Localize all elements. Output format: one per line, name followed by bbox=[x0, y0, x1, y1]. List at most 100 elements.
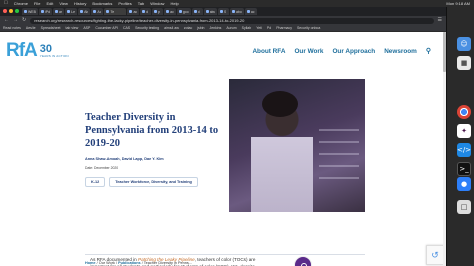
search-icon[interactable]: ⚲ bbox=[426, 47, 431, 55]
browser-tab[interactable]: Te bbox=[104, 8, 127, 15]
article-authors[interactable]: Anna Shaw-Amoah, David Lapp, Dae Y. Kim bbox=[85, 157, 164, 161]
maximize-window-button[interactable] bbox=[15, 9, 19, 13]
browser-tab[interactable]: Le bbox=[65, 8, 78, 15]
tab-favicon-icon bbox=[40, 10, 44, 13]
browser-tab[interactable]: ac bbox=[244, 8, 257, 15]
bookmark-item[interactable]: Security onboa bbox=[297, 26, 320, 30]
browser-tab[interactable]: d bbox=[140, 8, 152, 15]
tag-teacher-workforce[interactable]: Teacher Workforce, Diversity, and Traini… bbox=[109, 177, 198, 187]
app-icon[interactable]: ■ bbox=[457, 56, 471, 70]
logo-mark: RfA bbox=[6, 40, 38, 61]
minimize-window-button[interactable] bbox=[9, 9, 13, 13]
browser-tab[interactable]: alw bbox=[203, 8, 217, 15]
article-title: Teacher Diversity in Pennsylvania from 2… bbox=[85, 112, 219, 149]
browser-tab[interactable]: abo bbox=[229, 8, 244, 15]
bookmark-item[interactable]: tab view bbox=[66, 26, 79, 30]
url-field[interactable]: research.org/research-resources/fighting… bbox=[30, 17, 434, 24]
tab-label: goo bbox=[182, 9, 189, 14]
bookmark-item[interactable]: Aes/ie bbox=[26, 26, 36, 30]
browser-tab[interactable]: ac bbox=[127, 8, 140, 15]
tab-label: d bbox=[146, 9, 149, 14]
browser-tab[interactable]: ar bbox=[53, 8, 65, 15]
close-window-button[interactable] bbox=[3, 9, 7, 13]
extensions-icon[interactable]: ☰ bbox=[438, 16, 442, 25]
browser-tab[interactable]: ac bbox=[164, 8, 176, 15]
menu-edit[interactable]: Edit bbox=[46, 0, 53, 7]
tab-favicon-icon bbox=[93, 10, 97, 13]
menu-chrome[interactable]: Chrome bbox=[14, 0, 28, 7]
terminal-icon[interactable]: >_ bbox=[457, 162, 471, 176]
bookmark-item[interactable]: ASP bbox=[83, 26, 90, 30]
tab-label: ac bbox=[170, 9, 174, 14]
apple-icon[interactable]:  bbox=[4, 0, 8, 7]
forward-icon[interactable]: → bbox=[13, 16, 18, 25]
floating-action-button[interactable] bbox=[294, 256, 312, 266]
tab-label: ar bbox=[59, 9, 63, 14]
article-body-text: As RFA documented in Patching the Leaky … bbox=[90, 256, 265, 266]
menu-view[interactable]: View bbox=[59, 0, 68, 7]
bookmark-item[interactable]: Aurum bbox=[226, 26, 236, 30]
bookmark-item[interactable]: Pharmacy bbox=[276, 26, 292, 30]
body-text-segment: As RFA documented in bbox=[90, 257, 139, 262]
macos-menubar:  Chrome File Edit View History Bookmark… bbox=[0, 0, 474, 7]
nav-our-approach[interactable]: Our Approach bbox=[332, 48, 375, 55]
article-date: Date: December 2020 bbox=[85, 166, 119, 170]
bookmark-item[interactable]: Syllab bbox=[242, 26, 252, 30]
browser-tab[interactable]: d bbox=[191, 8, 203, 15]
bookmark-item[interactable]: aims4 aw bbox=[164, 26, 179, 30]
browser-tab[interactable]: iPd bbox=[38, 8, 53, 15]
menu-tab[interactable]: Tab bbox=[138, 0, 144, 7]
browser-tab[interactable]: WEB bbox=[22, 8, 38, 15]
preview-icon[interactable]: □ bbox=[457, 200, 471, 214]
bookmark-item[interactable]: Spreadsheet bbox=[41, 26, 61, 30]
bookmark-item[interactable]: jsbin bbox=[197, 26, 204, 30]
back-icon[interactable]: ← bbox=[4, 16, 9, 25]
logo-years-text: YEARS IN ACTION bbox=[39, 53, 69, 58]
nav-about[interactable]: About RFA bbox=[252, 48, 285, 55]
address-bar-row: ← → ↻ research.org/research-resources/fi… bbox=[0, 16, 446, 25]
site-logo[interactable]: RfA 30 YEARS IN ACTION bbox=[6, 41, 69, 60]
vscode-icon[interactable]: </> bbox=[457, 143, 471, 157]
finder-icon[interactable]: ☺ bbox=[457, 37, 471, 51]
nav-newsroom[interactable]: Newsroom bbox=[384, 48, 417, 55]
tab-favicon-icon bbox=[231, 10, 235, 13]
nav-our-work[interactable]: Our Work bbox=[294, 48, 323, 55]
browser-tab[interactable]: Ab bbox=[78, 8, 91, 15]
bookmark-item[interactable]: Yeti bbox=[256, 26, 262, 30]
bookmark-item[interactable]: Jenkins bbox=[209, 26, 221, 30]
menubar-clock[interactable]: Mon 9:18 AM bbox=[446, 0, 470, 7]
bookmark-item[interactable]: CAS bbox=[123, 26, 130, 30]
browser-tab[interactable]: S bbox=[217, 8, 229, 15]
tab-favicon-icon bbox=[106, 10, 110, 13]
tab-favicon-icon bbox=[193, 10, 197, 13]
menu-help[interactable]: Help bbox=[170, 0, 178, 7]
bookmark-item[interactable]: Cucumber API bbox=[95, 26, 118, 30]
chrome-icon[interactable] bbox=[457, 105, 471, 119]
browser-tab[interactable]: Ac bbox=[91, 8, 104, 15]
menu-window[interactable]: Window bbox=[150, 0, 164, 7]
bookmark-item[interactable]: zotac bbox=[184, 26, 192, 30]
bookmark-item[interactable]: Security testing bbox=[135, 26, 159, 30]
browser-tab[interactable]: p bbox=[152, 8, 164, 15]
tab-label: Le bbox=[71, 9, 76, 14]
reload-icon[interactable]: ↻ bbox=[22, 16, 26, 25]
tab-favicon-icon bbox=[55, 10, 59, 13]
recaptcha-badge[interactable]: ↺ bbox=[426, 245, 444, 265]
tab-favicon-icon bbox=[24, 10, 27, 13]
menu-history[interactable]: History bbox=[74, 0, 86, 7]
menu-bookmarks[interactable]: Bookmarks bbox=[92, 0, 112, 7]
tag-k12[interactable]: K-12 bbox=[85, 177, 106, 187]
tab-label: alw bbox=[209, 9, 215, 14]
tab-label: Ac bbox=[97, 9, 102, 14]
recaptcha-icon: ↺ bbox=[431, 249, 439, 260]
menu-profiles[interactable]: Profiles bbox=[118, 0, 131, 7]
person-hair bbox=[262, 91, 298, 117]
tab-favicon-icon bbox=[154, 10, 158, 13]
menu-file[interactable]: File bbox=[34, 0, 40, 7]
slack-icon[interactable]: ✦ bbox=[457, 124, 471, 138]
bookmark-item[interactable]: Pd bbox=[267, 26, 271, 30]
body-link-patching[interactable]: Patching the Leaky Pipeline bbox=[138, 257, 195, 262]
maps-icon[interactable]: ● bbox=[457, 177, 471, 191]
bookmark-item[interactable]: Read notes bbox=[3, 26, 21, 30]
browser-tab[interactable]: goo bbox=[176, 8, 191, 15]
